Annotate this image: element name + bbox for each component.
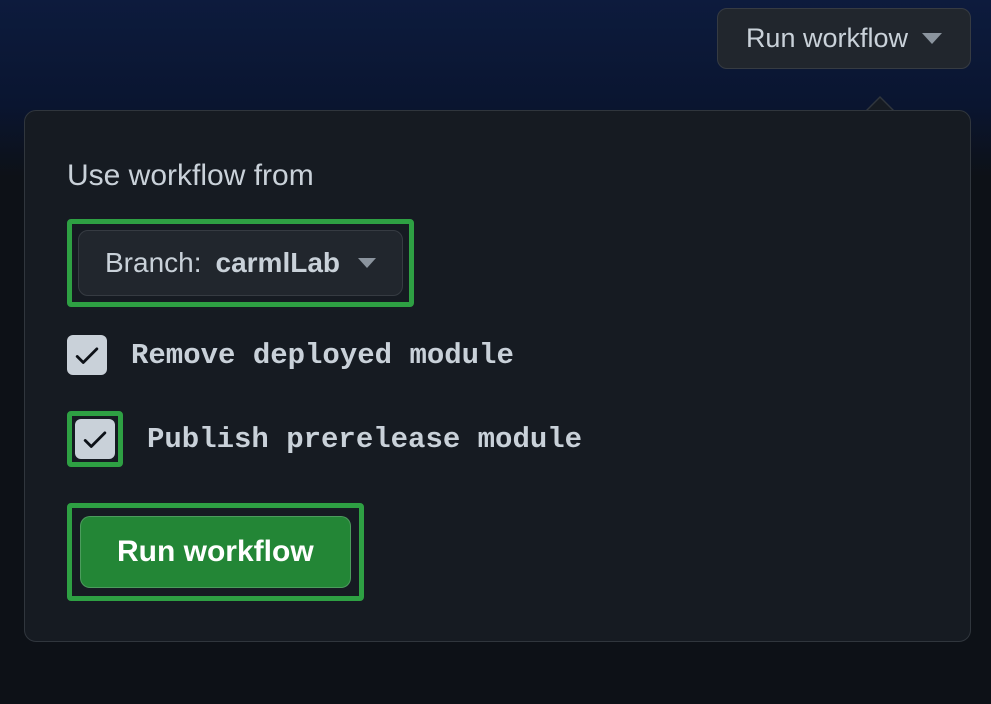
branch-name: carmlLab (216, 247, 341, 279)
caret-down-icon (922, 33, 942, 44)
run-button-highlight: Run workflow (67, 503, 364, 601)
caret-down-icon (358, 258, 376, 268)
run-workflow-submit-button[interactable]: Run workflow (80, 516, 351, 588)
run-workflow-trigger-button[interactable]: Run workflow (717, 8, 971, 69)
branch-select-highlight: Branch: carmlLab (67, 219, 414, 307)
checkbox-remove-deployed[interactable] (67, 335, 107, 375)
panel-title: Use workflow from (67, 159, 928, 193)
branch-select-button[interactable]: Branch: carmlLab (78, 230, 403, 296)
checkbox-publish-prerelease[interactable] (75, 419, 115, 459)
checkbox-label: Publish prerelease module (147, 423, 582, 456)
checkbox-label: Remove deployed module (131, 339, 514, 372)
checkbox-highlight (67, 411, 123, 467)
branch-prefix: Branch: (105, 247, 202, 279)
check-icon (80, 424, 110, 454)
check-icon (72, 340, 102, 370)
trigger-label: Run workflow (746, 23, 908, 54)
option-row-publish-prerelease: Publish prerelease module (67, 411, 928, 467)
workflow-dispatch-panel: Use workflow from Branch: carmlLab Remov… (24, 110, 971, 642)
option-row-remove-deployed: Remove deployed module (67, 335, 928, 375)
